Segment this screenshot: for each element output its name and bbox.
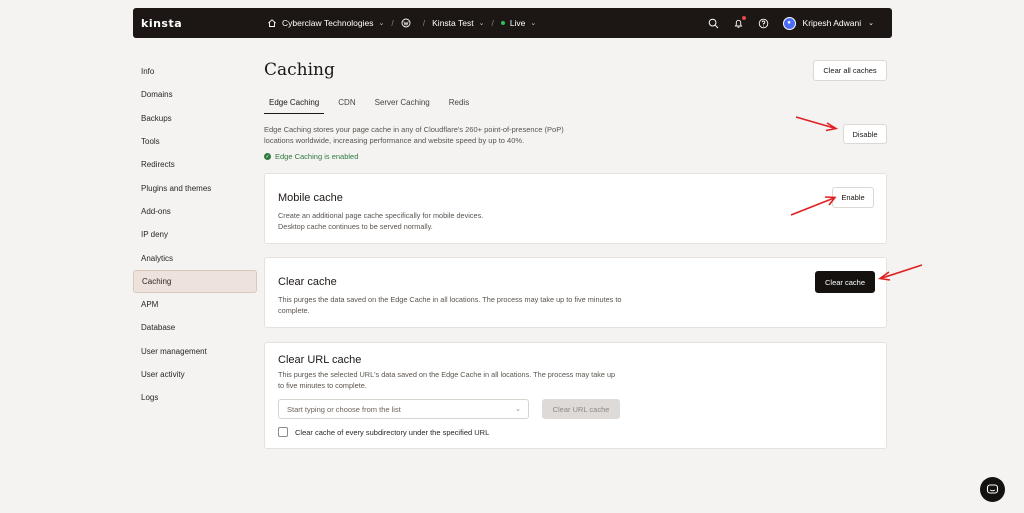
url-select-input[interactable]: Start typing or choose from the list ⌄ (278, 399, 529, 419)
live-status-dot (500, 21, 505, 25)
edge-caching-description: Edge Caching stores your page cache in a… (264, 125, 564, 145)
wordpress-icon (401, 18, 411, 28)
caching-tabs: Edge Caching CDN Server Caching Redis (264, 98, 483, 114)
sidebar: Info Domains Backups Tools Redirects Plu… (133, 60, 257, 409)
clear-url-cache-text: This purges the selected URL's data save… (278, 370, 616, 390)
chevron-down-icon[interactable]: ⌄ (530, 19, 536, 27)
clear-cache-button[interactable]: Clear cache (815, 271, 875, 293)
status-text: Edge Caching is enabled (275, 152, 359, 161)
kinsta-logo[interactable]: kinsta (141, 17, 182, 30)
chevron-down-icon: ⌄ (515, 406, 521, 413)
chevron-down-icon[interactable]: ⌄ (379, 19, 385, 27)
help-icon[interactable] (758, 17, 770, 29)
clear-url-cache-button[interactable]: Clear URL cache (542, 399, 620, 419)
sidebar-item-backups[interactable]: Backups (133, 107, 257, 130)
status-badge: ✓ Edge Caching is enabled (264, 152, 358, 161)
enable-mobile-cache-button[interactable]: Enable (832, 187, 874, 208)
bell-icon[interactable] (733, 16, 746, 29)
breadcrumb-company[interactable]: Cyberclaw Technologies (282, 18, 374, 28)
mobile-cache-text-line1: Create an additional page cache specific… (278, 211, 484, 220)
mobile-cache-title: Mobile cache (278, 192, 343, 204)
url-select-placeholder: Start typing or choose from the list (287, 404, 401, 414)
breadcrumb-separator: / (422, 18, 426, 28)
notification-dot (741, 16, 746, 20)
search-icon[interactable] (708, 17, 720, 29)
page-title: Caching (264, 60, 335, 80)
sidebar-item-user-management[interactable]: User management (133, 340, 257, 363)
breadcrumb-separator: / (491, 18, 494, 28)
tab-cdn[interactable]: CDN (333, 98, 360, 114)
chevron-down-icon: ⌄ (868, 20, 874, 27)
sidebar-item-ip-deny[interactable]: IP deny (133, 223, 257, 246)
annotation-arrow (790, 196, 837, 216)
sidebar-item-add-ons[interactable]: Add-ons (133, 200, 257, 223)
user-menu[interactable]: ● Kripesh Adwani ⌄ (782, 16, 874, 30)
sidebar-item-caching[interactable]: Caching (133, 269, 257, 293)
clear-url-cache-card: Clear URL cache This purges the selected… (264, 342, 887, 449)
tab-redis[interactable]: Redis (444, 98, 474, 114)
sidebar-item-database[interactable]: Database (133, 316, 257, 339)
home-icon[interactable] (267, 18, 277, 28)
sidebar-item-logs[interactable]: Logs (133, 386, 257, 409)
breadcrumb-environment[interactable]: Live (510, 18, 526, 28)
sidebar-item-tools[interactable]: Tools (133, 130, 257, 153)
disable-button[interactable]: Disable (843, 124, 887, 144)
sidebar-item-user-activity[interactable]: User activity (133, 363, 257, 386)
subdirectory-checkbox-label[interactable]: Clear cache of every subdirectory under … (295, 428, 489, 437)
user-name: Kripesh Adwani (802, 18, 862, 28)
chat-icon[interactable] (980, 477, 1005, 502)
chevron-down-icon[interactable]: ⌄ (479, 19, 485, 27)
clear-url-cache-title: Clear URL cache (278, 354, 362, 366)
breadcrumb-site[interactable]: Kinsta Test (432, 18, 473, 28)
subdirectory-checkbox-row: Clear cache of every subdirectory under … (278, 427, 489, 437)
check-circle-icon: ✓ (264, 153, 271, 160)
sidebar-item-domains[interactable]: Domains (133, 83, 257, 106)
clear-cache-text: This purges the data saved on the Edge C… (278, 295, 622, 315)
tab-edge-caching[interactable]: Edge Caching (264, 98, 325, 114)
mobile-cache-text-line2: Desktop cache continues to be served nor… (278, 222, 433, 231)
tab-server-caching[interactable]: Server Caching (370, 98, 435, 114)
subdirectory-checkbox[interactable] (278, 427, 288, 437)
annotation-arrow (795, 116, 839, 132)
sidebar-item-info[interactable]: Info (133, 60, 257, 83)
clear-all-caches-button[interactable]: Clear all caches (813, 60, 887, 81)
sidebar-item-plugins-and-themes[interactable]: Plugins and themes (133, 176, 257, 199)
clear-cache-title: Clear cache (278, 276, 337, 288)
sidebar-item-redirects[interactable]: Redirects (133, 153, 257, 176)
breadcrumb: Cyberclaw Technologies ⌄ / / Kinsta Test… (267, 18, 536, 28)
annotation-arrow (877, 264, 923, 281)
avatar: ● (782, 16, 796, 30)
sidebar-item-apm[interactable]: APM (133, 293, 257, 316)
sidebar-item-analytics[interactable]: Analytics (133, 246, 257, 269)
top-navigation-bar: kinsta Cyberclaw Technologies ⌄ / / Kins… (133, 8, 892, 38)
topbar-actions: ● Kripesh Adwani ⌄ (708, 16, 874, 30)
breadcrumb-separator: / (391, 18, 394, 28)
clear-cache-card: Clear cache This purges the data saved o… (264, 257, 887, 328)
